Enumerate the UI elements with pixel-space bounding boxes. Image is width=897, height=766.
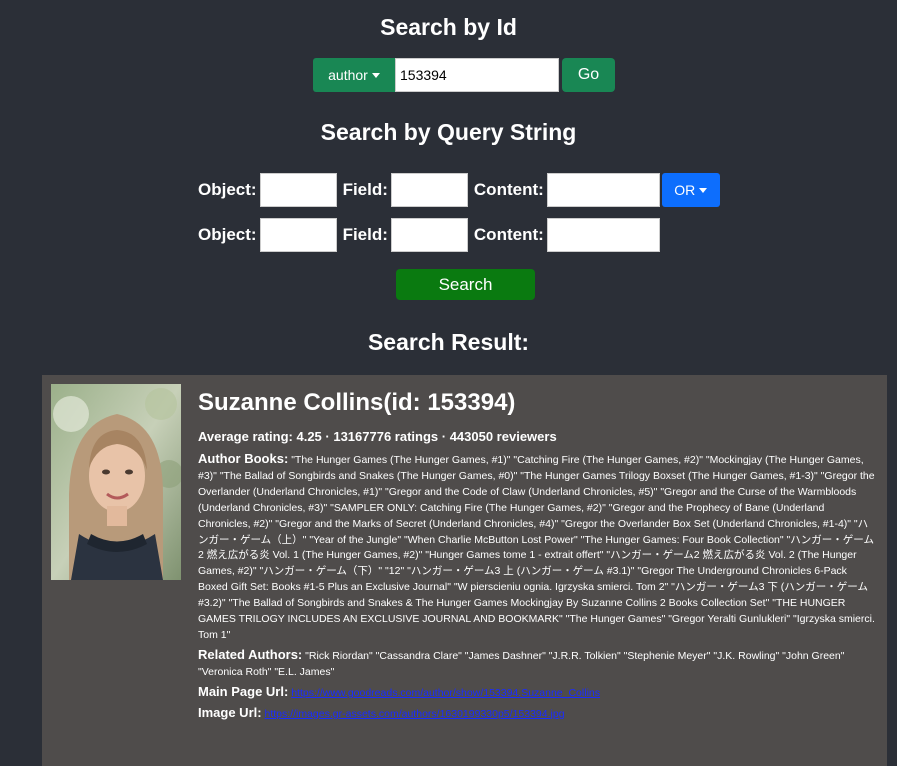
type-dropdown[interactable]: author — [313, 58, 395, 92]
id-input[interactable] — [395, 58, 559, 92]
content-input[interactable] — [546, 218, 660, 252]
content-label: Content: — [473, 225, 544, 244]
field-label: Field: — [342, 180, 388, 199]
type-dropdown-label: author — [328, 67, 368, 83]
object-input[interactable] — [259, 218, 337, 252]
search-panel: Search by Id author Go Search by Query S… — [0, 0, 897, 766]
image-url-label: Image Url: — [198, 704, 262, 720]
operator-dropdown[interactable]: OR — [661, 173, 720, 207]
author-photo — [51, 384, 181, 580]
caret-down-icon — [371, 72, 380, 78]
result-card: Suzanne Collins(id: 153394) Average rati… — [42, 375, 887, 766]
field-input[interactable] — [390, 173, 468, 207]
caret-down-icon — [699, 187, 708, 193]
author-stats: Average rating: 4.25 · 13167776 ratings … — [198, 429, 557, 444]
related-authors-label: Related Authors: — [198, 646, 303, 662]
object-label: Object: — [198, 225, 257, 244]
go-button[interactable]: Go — [562, 58, 615, 92]
field-label: Field: — [342, 225, 388, 244]
author-books: Author Books: "The Hunger Games (The Hun… — [198, 451, 878, 644]
object-label: Object: — [198, 180, 257, 199]
operator-label: OR — [674, 182, 696, 198]
query-row-1: Object: Field: Content: OR — [198, 173, 720, 207]
author-books-list: "The Hunger Games (The Hunger Games, #1)… — [198, 454, 875, 641]
query-row-2: Object: Field: Content: — [198, 218, 660, 252]
search-result-heading: Search Result: — [367, 329, 530, 355]
main-page-url-link[interactable]: https://www.goodreads.com/author/show/15… — [291, 687, 600, 699]
field-input[interactable] — [390, 218, 468, 252]
content-label: Content: — [473, 180, 544, 199]
image-url-link[interactable]: https://images.gr-assets.com/authors/163… — [265, 708, 565, 720]
main-page-url-row: Main Page Url: https://www.goodreads.com… — [198, 684, 878, 702]
search-button[interactable]: Search — [396, 269, 535, 300]
object-input[interactable] — [259, 173, 337, 207]
author-info: Suzanne Collins(id: 153394) Average rati… — [198, 389, 878, 723]
search-by-id-heading: Search by Id — [380, 14, 517, 40]
search-by-id-row: author Go — [313, 58, 615, 92]
related-authors: Related Authors: "Rick Riordan" "Cassand… — [198, 647, 878, 681]
author-books-label: Author Books: — [198, 451, 289, 466]
image-url-row: Image Url: https://images.gr-assets.com/… — [198, 705, 878, 723]
search-by-query-heading: Search by Query String — [320, 119, 577, 145]
main-page-url-label: Main Page Url: — [198, 683, 289, 699]
author-name: Suzanne Collins(id: 153394) — [198, 389, 516, 416]
content-input[interactable] — [546, 173, 660, 207]
